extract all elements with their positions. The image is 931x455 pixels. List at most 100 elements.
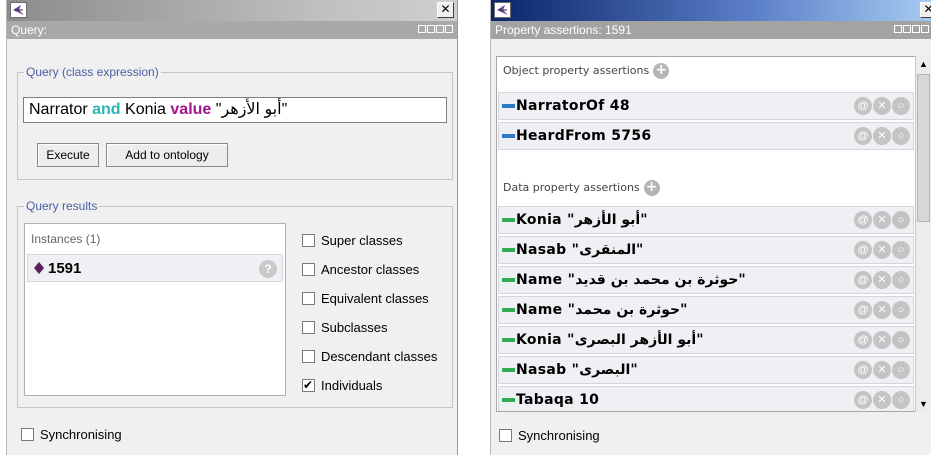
- row-actions: @ ✕ ○: [854, 127, 910, 145]
- view-controls[interactable]: [894, 25, 929, 33]
- data-assertion-row[interactable]: Nasab "المنقرى" @ ✕ ○: [498, 236, 914, 264]
- window-titlebar: ✕: [491, 0, 931, 21]
- data-assertion-row[interactable]: Konia "أبو الأزهر" @ ✕ ○: [498, 206, 914, 234]
- row-actions: @ ✕ ○: [854, 241, 910, 259]
- data-assertion-row[interactable]: Tabaqa 10 @ ✕ ○: [498, 386, 914, 411]
- property-assertions-window: ✕ Property assertions: 1591 Object prope…: [490, 0, 931, 455]
- option-subclasses[interactable]: Subclasses: [302, 320, 387, 338]
- delete-icon[interactable]: ✕: [873, 361, 891, 379]
- data-assertion-row[interactable]: Name "حوثرة بن محمد" @ ✕ ○: [498, 296, 914, 324]
- protege-app-icon: [10, 2, 27, 18]
- annotate-icon[interactable]: @: [854, 211, 872, 229]
- edit-icon[interactable]: ○: [892, 271, 910, 289]
- protege-app-icon: [494, 2, 511, 18]
- view-title: Property assertions: 1591: [495, 23, 632, 37]
- checkbox[interactable]: [302, 321, 315, 334]
- synchronising-toggle[interactable]: Synchronising: [499, 428, 600, 443]
- assertions-list: Object property assertions + NarratorOf 4…: [496, 56, 916, 412]
- option-individuals[interactable]: Individuals: [302, 377, 382, 396]
- edit-icon[interactable]: ○: [892, 301, 910, 319]
- option-descendant-classes[interactable]: Descendant classes: [302, 349, 437, 367]
- checkbox-checked[interactable]: [302, 377, 315, 393]
- annotate-icon[interactable]: @: [854, 127, 872, 145]
- data-property-swatch: [502, 218, 515, 222]
- annotate-icon[interactable]: @: [854, 97, 872, 115]
- data-assertion-row[interactable]: Konia "أبو الأزهر البصرى" @ ✕ ○: [498, 326, 914, 354]
- annotate-icon[interactable]: @: [854, 361, 872, 379]
- row-actions: @ ✕ ○: [854, 97, 910, 115]
- row-actions: @ ✕ ○: [854, 391, 910, 409]
- data-property-swatch: [502, 308, 515, 312]
- object-property-swatch: [502, 134, 515, 138]
- object-assertion-row[interactable]: HeardFrom 5756 @ ✕ ○: [498, 122, 914, 150]
- edit-icon[interactable]: ○: [892, 391, 910, 409]
- annotate-icon[interactable]: @: [854, 331, 872, 349]
- instances-header: Instances (1): [31, 232, 101, 246]
- row-actions: @ ✕ ○: [854, 361, 910, 379]
- view-title: Query:: [11, 23, 48, 37]
- annotate-icon[interactable]: @: [854, 241, 872, 259]
- plus-icon[interactable]: +: [653, 63, 670, 79]
- query-group: Query (class expression) Narrator and Ko…: [17, 65, 453, 180]
- delete-icon[interactable]: ✕: [873, 391, 891, 409]
- edit-icon[interactable]: ○: [892, 97, 910, 115]
- view-header: Query:: [7, 21, 457, 39]
- data-section-header: Data property assertions +: [503, 180, 660, 196]
- data-property-swatch: [502, 398, 515, 402]
- delete-icon[interactable]: ✕: [873, 331, 891, 349]
- annotate-icon[interactable]: @: [854, 391, 872, 409]
- results-group: Query results Instances (1) 1591 ? Super…: [17, 199, 453, 408]
- scrollbar-thumb[interactable]: [917, 74, 930, 222]
- add-to-ontology-button[interactable]: Add to ontology: [106, 143, 228, 167]
- checkbox[interactable]: [499, 429, 512, 442]
- edit-icon[interactable]: ○: [892, 331, 910, 349]
- option-super-classes[interactable]: Super classes: [302, 233, 403, 251]
- vertical-scrollbar[interactable]: ▲ ▼: [915, 56, 931, 412]
- results-group-title: Query results: [24, 199, 100, 213]
- checkbox[interactable]: [302, 234, 315, 247]
- scroll-up-icon[interactable]: ▲: [916, 56, 931, 72]
- object-assertion-row[interactable]: NarratorOf 48 @ ✕ ○: [498, 92, 914, 120]
- data-property-swatch: [502, 248, 515, 252]
- object-section-header: Object property assertions +: [503, 63, 670, 79]
- instance-row[interactable]: 1591 ?: [27, 254, 283, 282]
- checkbox[interactable]: [21, 428, 34, 441]
- delete-icon[interactable]: ✕: [873, 271, 891, 289]
- edit-icon[interactable]: ○: [892, 241, 910, 259]
- synchronising-toggle[interactable]: Synchronising: [21, 427, 122, 442]
- option-ancestor-classes[interactable]: Ancestor classes: [302, 262, 419, 280]
- delete-icon[interactable]: ✕: [873, 301, 891, 319]
- data-assertion-row[interactable]: Name "حوثرة بن محمد بن قديد" @ ✕ ○: [498, 266, 914, 294]
- execute-button[interactable]: Execute: [37, 143, 99, 167]
- scroll-down-icon[interactable]: ▼: [916, 396, 931, 412]
- view-controls[interactable]: [418, 25, 453, 33]
- delete-icon[interactable]: ✕: [873, 241, 891, 259]
- view-header: Property assertions: 1591: [491, 21, 931, 39]
- delete-icon[interactable]: ✕: [873, 97, 891, 115]
- help-icon[interactable]: ?: [259, 260, 277, 278]
- row-actions: @ ✕ ○: [854, 211, 910, 229]
- data-property-swatch: [502, 368, 515, 372]
- row-actions: @ ✕ ○: [854, 331, 910, 349]
- close-icon[interactable]: ✕: [920, 2, 931, 18]
- option-equivalent-classes[interactable]: Equivalent classes: [302, 291, 429, 309]
- instances-list: Instances (1) 1591 ?: [24, 223, 286, 396]
- close-icon[interactable]: ✕: [437, 2, 454, 18]
- annotate-icon[interactable]: @: [854, 271, 872, 289]
- edit-icon[interactable]: ○: [892, 361, 910, 379]
- object-property-swatch: [502, 104, 515, 108]
- checkbox[interactable]: [302, 263, 315, 276]
- edit-icon[interactable]: ○: [892, 211, 910, 229]
- edit-icon[interactable]: ○: [892, 127, 910, 145]
- row-actions: @ ✕ ○: [854, 271, 910, 289]
- query-group-title: Query (class expression): [24, 65, 161, 79]
- checkbox[interactable]: [302, 292, 315, 305]
- plus-icon[interactable]: +: [643, 180, 660, 196]
- instance-label: 1591: [48, 260, 82, 277]
- delete-icon[interactable]: ✕: [873, 127, 891, 145]
- data-assertion-row[interactable]: Nasab "البصرى" @ ✕ ○: [498, 356, 914, 384]
- class-expression-input[interactable]: Narrator and Konia value "أبو الأزهر": [23, 97, 447, 123]
- annotate-icon[interactable]: @: [854, 301, 872, 319]
- checkbox[interactable]: [302, 350, 315, 363]
- delete-icon[interactable]: ✕: [873, 211, 891, 229]
